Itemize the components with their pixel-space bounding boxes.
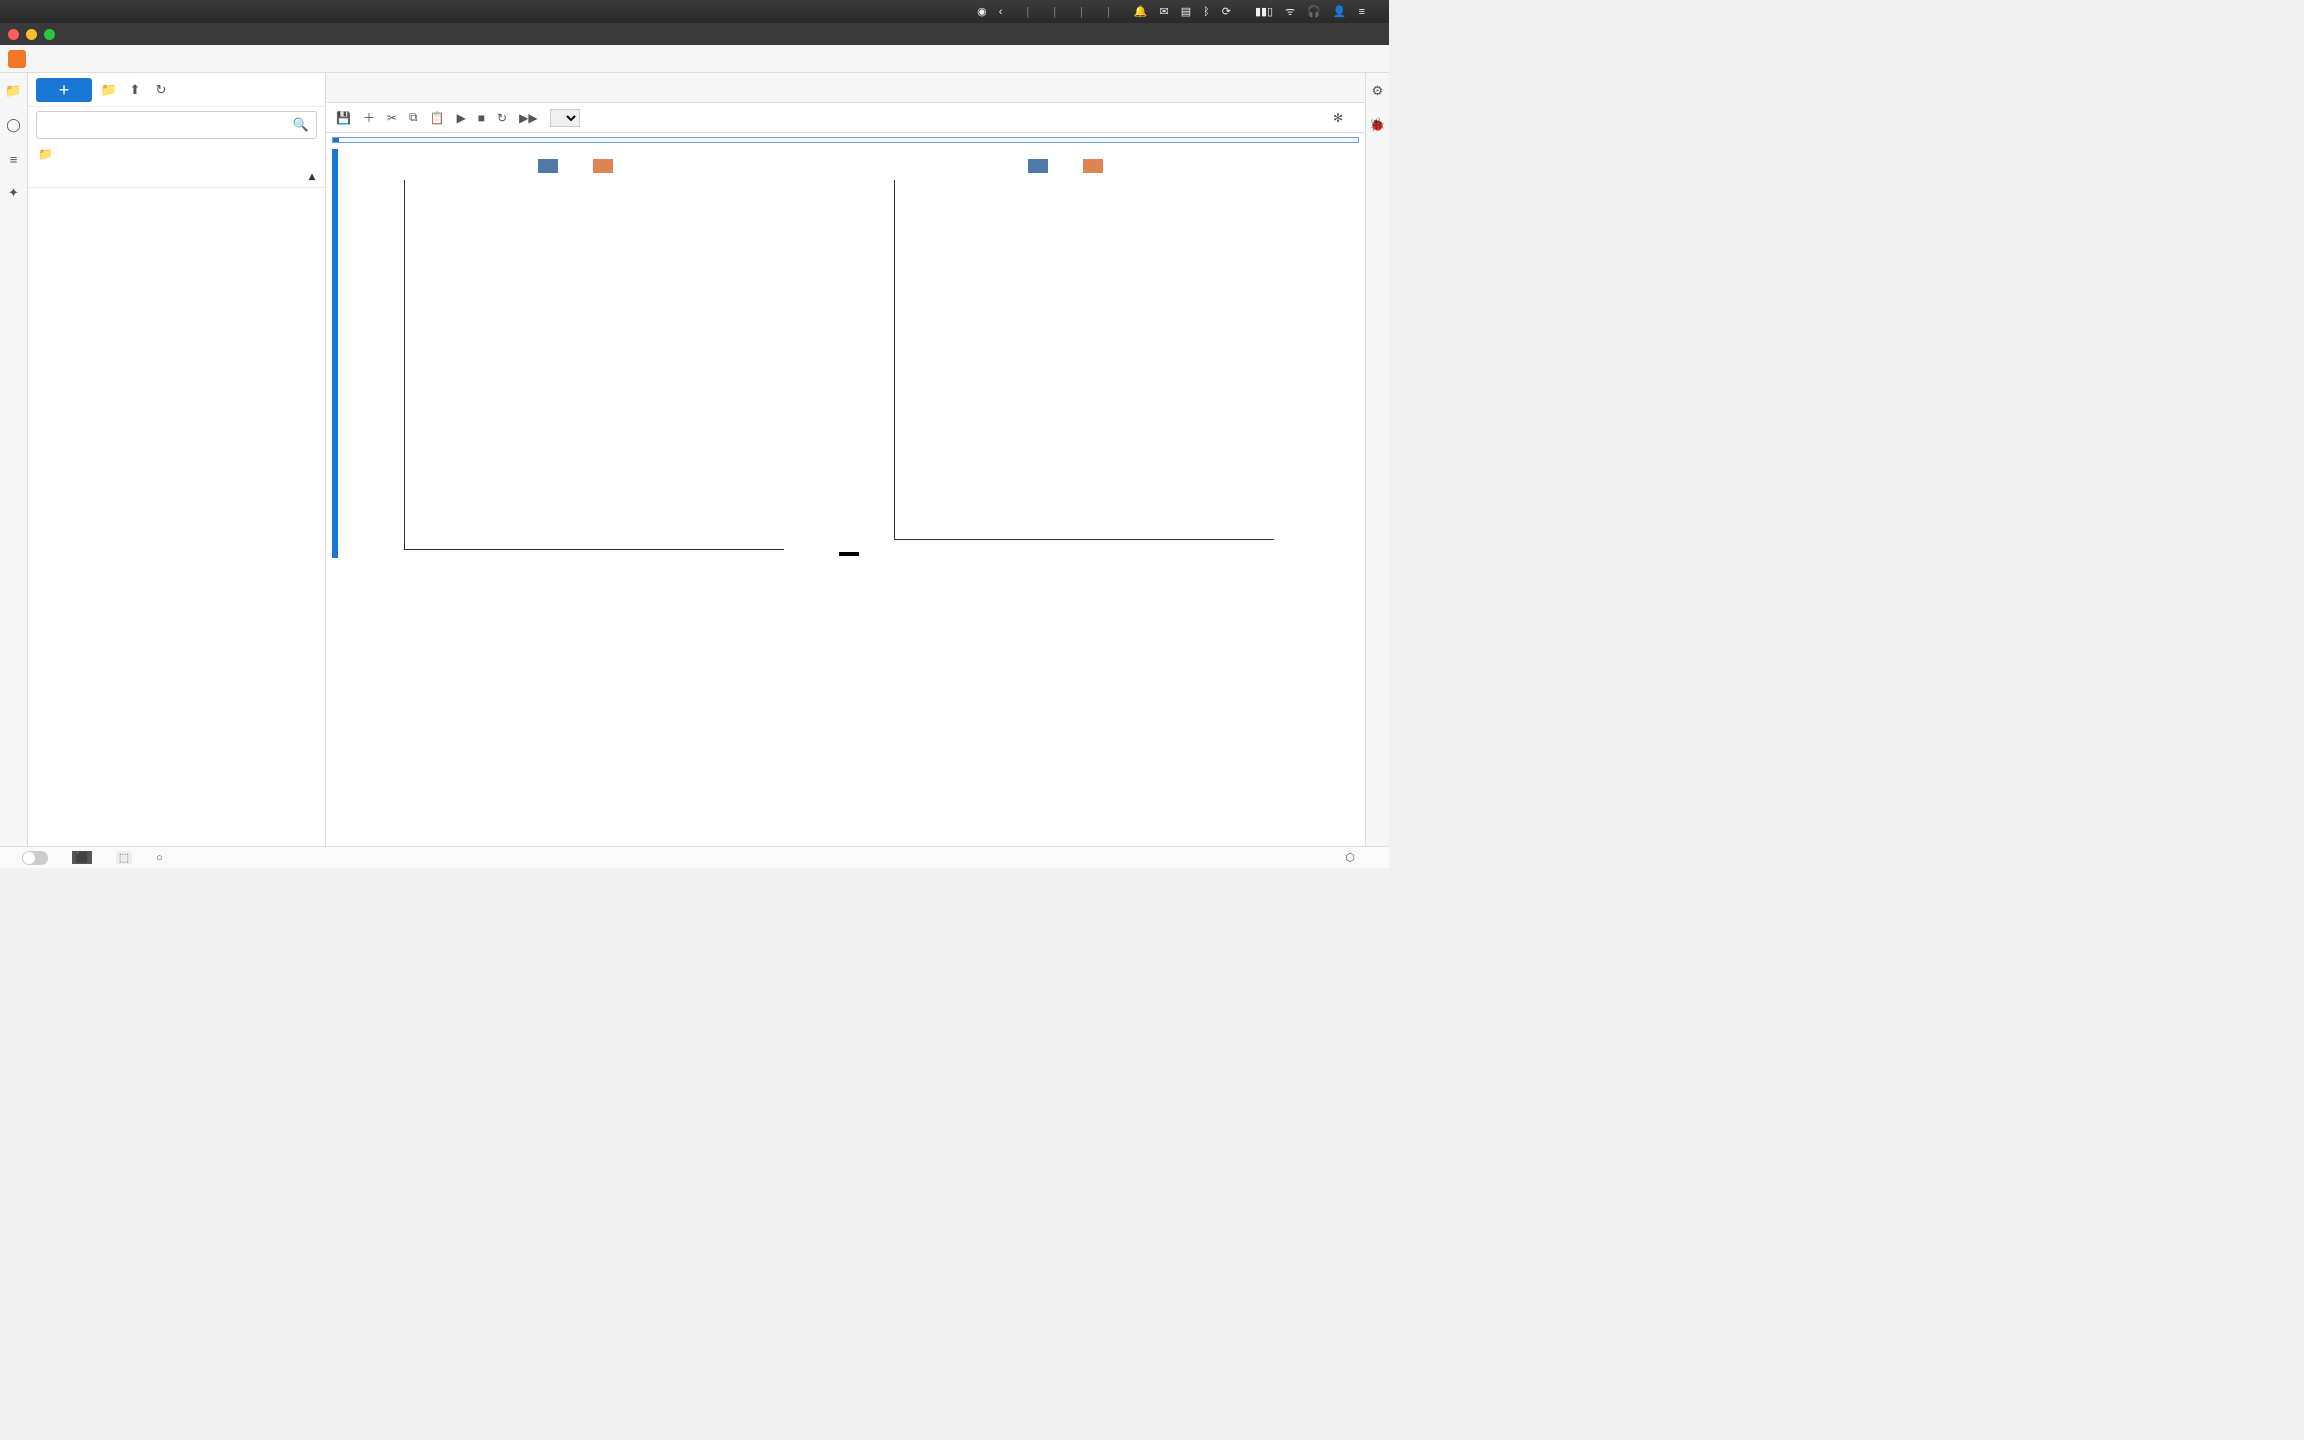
refresh-icon[interactable]: ↻ — [152, 82, 170, 98]
right-sidebar: ⚙ 🐞 — [1365, 73, 1389, 846]
main-area: 💾 ＋ ✂ ⧉ 📋 ▶ ■ ↻ ▶▶ ✻ — [326, 73, 1365, 846]
search-icon: 🔍 — [293, 117, 309, 133]
wechat-icon[interactable]: ✉ — [1160, 5, 1169, 18]
kernel-busy-icon: ○ — [156, 852, 163, 864]
terminal-icon[interactable]: ⬛ — [72, 851, 92, 864]
minimize-window-button[interactable] — [26, 29, 37, 40]
new-folder-icon[interactable]: 📁 — [100, 82, 118, 98]
status-bar: ⬛ ⬚ ○ ⬡ — [0, 846, 1389, 868]
maximize-window-button[interactable] — [44, 29, 55, 40]
battery-icon: ▮▮▯ — [1255, 5, 1273, 18]
code-cell[interactable] — [332, 137, 1359, 143]
copy-icon[interactable]: ⧉ — [409, 110, 418, 125]
chart-panel-b — [838, 157, 1298, 550]
save-icon[interactable]: 💾 — [336, 111, 351, 125]
cell-type-select[interactable] — [550, 109, 580, 127]
jupyter-logo-icon — [8, 50, 26, 68]
activity-bar: 📁 ◯ ≡ ✦ — [0, 73, 28, 846]
kernel-icon: ⬚ — [116, 851, 132, 864]
sync-icon[interactable]: ⟳ — [1222, 5, 1231, 18]
run-all-icon[interactable]: ▶▶ — [519, 111, 537, 125]
insert-cell-icon[interactable]: ＋ — [363, 109, 375, 126]
paste-icon[interactable]: 📋 — [430, 111, 445, 125]
box-plot — [894, 180, 1274, 540]
new-launcher-button[interactable]: + — [36, 78, 92, 102]
jupyter-menu — [0, 45, 1389, 73]
file-browser: + 📁 ⬆ ↻ 🔍 📁 ▴ — [28, 73, 326, 846]
headphones-icon[interactable]: 🎧 — [1307, 5, 1321, 18]
extensions-icon[interactable]: ✦ — [6, 185, 22, 201]
simple-mode-toggle[interactable] — [22, 851, 48, 865]
breadcrumb[interactable]: 📁 — [28, 143, 325, 165]
folder-icon: 📁 — [38, 147, 53, 161]
running-icon[interactable]: ◯ — [6, 117, 22, 133]
filter-input[interactable] — [36, 111, 317, 139]
wifi-icon[interactable]: ᯤ — [1285, 4, 1295, 19]
property-inspector-icon[interactable]: ⚙ — [1370, 83, 1386, 99]
restart-icon[interactable]: ↻ — [497, 111, 507, 125]
file-browser-icon[interactable]: 📁 — [6, 83, 22, 99]
chart-panel-a — [348, 157, 808, 550]
user-icon[interactable]: 👤 — [1333, 5, 1347, 18]
bar-plot — [404, 180, 784, 550]
back-icon[interactable]: ‹ — [999, 6, 1003, 18]
notification-icon[interactable]: ⬡ — [1345, 851, 1355, 864]
jupyterlab-window: 📁 ◯ ≡ ✦ + 📁 ⬆ ↻ 🔍 📁 ▴ — [0, 23, 1389, 868]
editor-tabs — [326, 73, 1365, 103]
notebook-content — [326, 133, 1365, 846]
cut-icon[interactable]: ✂ — [387, 111, 397, 125]
macos-menubar: ◉ ‹ | | | | 🔔 ✉ ▤ ᛒ ⟳ ▮▮▯ ᯤ 🎧 👤 ≡ — [0, 0, 1389, 23]
app-switch-icon[interactable]: ▤ — [1181, 5, 1191, 18]
window-titlebar — [0, 23, 1389, 45]
debugger-icon[interactable]: 🐞 — [1370, 117, 1386, 133]
notebook-toolbar: 💾 ＋ ✂ ⧉ 📋 ▶ ■ ↻ ▶▶ ✻ — [326, 103, 1365, 133]
kernel-settings-icon[interactable]: ✻ — [1333, 111, 1343, 125]
toc-icon[interactable]: ≡ — [6, 151, 22, 167]
record-icon[interactable]: ◉ — [977, 5, 987, 18]
file-list-header[interactable]: ▴ — [28, 165, 325, 188]
file-list — [28, 188, 325, 846]
cell-output — [332, 149, 1359, 558]
upload-icon[interactable]: ⬆ — [126, 82, 144, 98]
control-center-icon[interactable]: ≡ — [1359, 6, 1365, 18]
close-window-button[interactable] — [8, 29, 19, 40]
run-icon[interactable]: ▶ — [457, 111, 466, 125]
notification-icon[interactable]: 🔔 — [1134, 5, 1148, 18]
video-subtitle — [839, 552, 859, 556]
bluetooth-icon[interactable]: ᛒ — [1203, 6, 1210, 18]
stop-icon[interactable]: ■ — [478, 111, 485, 125]
